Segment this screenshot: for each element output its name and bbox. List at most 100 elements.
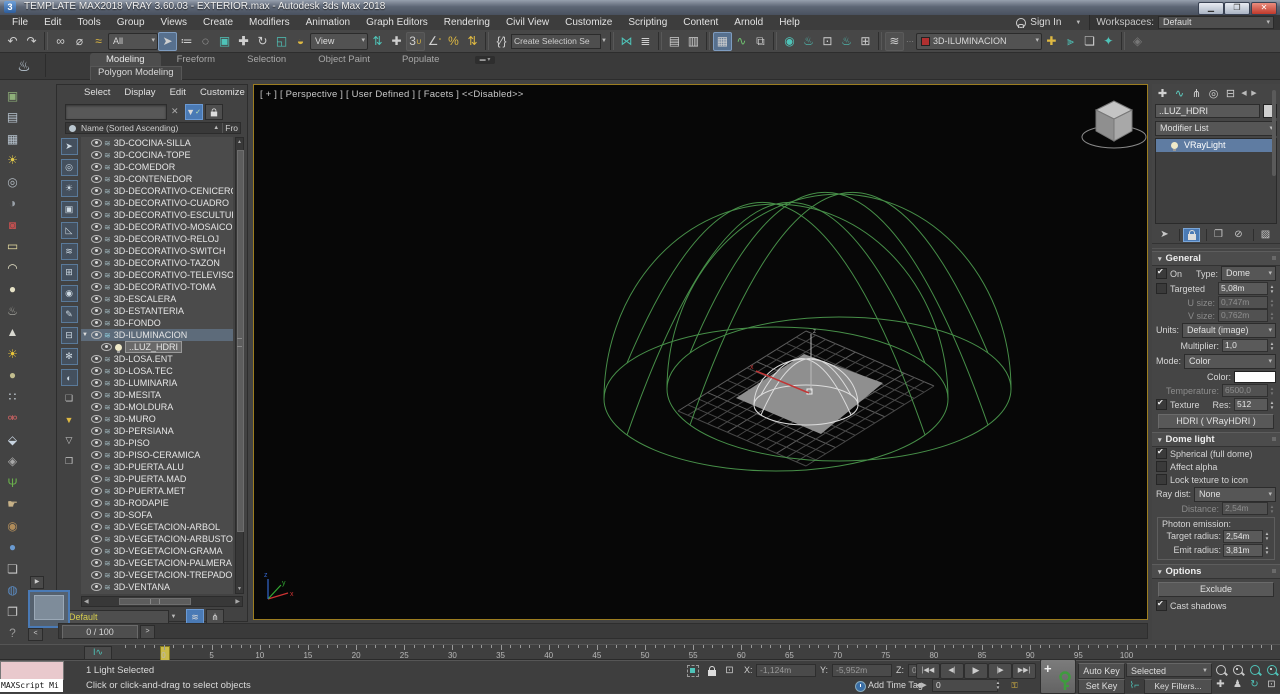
video-camera-icon[interactable]: ◙	[2, 215, 23, 234]
select-by-name-icon[interactable]: ≔	[177, 32, 196, 51]
pivot-center-icon[interactable]: ⇅	[368, 32, 387, 51]
hand-icon[interactable]: ☛	[2, 495, 23, 514]
dome-icon[interactable]: ◠	[2, 258, 23, 277]
explorer-tool-icon-1[interactable]: ▼	[61, 411, 78, 428]
material-editor-icon[interactable]: ◉	[780, 32, 799, 51]
camera-icon[interactable]: ◎	[2, 172, 23, 191]
list-item[interactable]: ≋3D-VENTANA	[81, 581, 233, 593]
remove-modifier-icon[interactable]: ⊘	[1230, 228, 1247, 242]
snap-toggle-icon[interactable]: 3∪	[406, 32, 425, 51]
visibility-eye-icon[interactable]	[91, 571, 102, 579]
align-icon[interactable]: ≣	[636, 32, 655, 51]
list-item[interactable]: ≋3D-DECORATIVO-MOSAICO	[81, 221, 233, 233]
menu-group[interactable]: Group	[109, 15, 153, 30]
visibility-eye-icon[interactable]	[91, 475, 102, 483]
menu-file[interactable]: File	[4, 15, 36, 30]
list-item[interactable]: ≋3D-DECORATIVO-ESCULTURA	[81, 209, 233, 221]
res-field[interactable]: 512	[1234, 398, 1268, 411]
sun-icon[interactable]: ☀	[2, 344, 23, 363]
list-item[interactable]: ≋3D-MESITA	[81, 389, 233, 401]
select-in-layer-icon[interactable]: ❏	[1080, 32, 1099, 51]
zoom-all-icon[interactable]	[1229, 662, 1246, 677]
units-dropdown[interactable]: Default (image)	[1182, 323, 1276, 338]
list-item[interactable]: ≋3D-COCINA-TOPE	[81, 149, 233, 161]
list-item[interactable]: ≋3D-VEGETACION-PALMERA	[81, 557, 233, 569]
disc-icon[interactable]: ●	[2, 280, 23, 299]
y-coordinate-field[interactable]: -5,952m	[832, 664, 892, 677]
list-item[interactable]: ≋3D-LOSA.TEC	[81, 365, 233, 377]
named-set-arrow-icon[interactable]: ▼	[601, 38, 607, 44]
previous-frame-button[interactable]: ◀|	[940, 663, 964, 679]
set-keys-button[interactable]: +	[1040, 659, 1076, 694]
list-item[interactable]: ▼≋3D-ILUMINACION	[81, 329, 233, 341]
close-button[interactable]: ✕	[1251, 2, 1277, 15]
preset-arrow-icon[interactable]: ▼	[169, 610, 178, 624]
exclude-button[interactable]: Exclude	[1158, 582, 1274, 597]
visibility-eye-icon[interactable]	[91, 487, 102, 495]
visibility-eye-icon[interactable]	[101, 343, 112, 351]
multiplier-spinner[interactable]: ▲▼	[1268, 339, 1276, 352]
pin-stack-icon[interactable]: ➤	[1156, 228, 1173, 242]
selection-filter-dropdown[interactable]: All	[108, 33, 158, 50]
explorer-filter-icon-2[interactable]: ☀	[61, 180, 78, 197]
menu-civil-view[interactable]: Civil View	[498, 15, 557, 30]
frame-spinner[interactable]: ▲▼	[994, 678, 1002, 691]
sphere-blue-icon[interactable]: ●	[2, 538, 23, 557]
visibility-eye-icon[interactable]	[91, 439, 102, 447]
scene-explorer-toggle-icon[interactable]: ▤	[665, 32, 684, 51]
render-image-icon[interactable]: ▣	[2, 86, 23, 105]
ray-dist-dropdown[interactable]: None	[1194, 487, 1276, 502]
filter-icon[interactable]: ▼✓	[185, 104, 203, 120]
help-icon[interactable]: ?	[2, 624, 23, 643]
explorer-filter-icon-8[interactable]: ✎	[61, 306, 78, 323]
reference-coordinate-dropdown[interactable]: View	[310, 33, 368, 50]
list-item[interactable]: ≋3D-DECORATIVO-CUADRO	[81, 197, 233, 209]
column-header[interactable]: Name (Sorted Ascending) ▲ Fro	[65, 122, 241, 134]
explorer-filter-icon-0[interactable]: ➤	[61, 138, 78, 155]
visibility-eye-icon[interactable]	[91, 283, 102, 291]
grass-icon[interactable]: Ψ	[2, 473, 23, 492]
menu-scripting[interactable]: Scripting	[620, 15, 675, 30]
key-mode-dropdown[interactable]: Selected▼	[1126, 663, 1212, 677]
layer-properties-icon[interactable]: ✦	[1099, 32, 1118, 51]
x-coordinate-field[interactable]: -1,124m	[756, 664, 816, 677]
cast-shadows-checkbox[interactable]	[1156, 600, 1167, 611]
rollout-dome-light[interactable]: Dome light	[1152, 432, 1280, 447]
menu-animation[interactable]: Animation	[298, 15, 358, 30]
on-checkbox[interactable]	[1156, 268, 1167, 279]
explorer-tool-icon-0[interactable]: ❏	[61, 390, 78, 407]
motion-tab-icon[interactable]: ◎	[1205, 85, 1222, 101]
wood-icon[interactable]: ◉	[2, 516, 23, 535]
menu-views[interactable]: Views	[153, 15, 196, 30]
placement-icon[interactable]: ◒	[291, 32, 310, 51]
scroll-up-icon[interactable]: ▲	[236, 139, 243, 145]
molecule-icon[interactable]: ⚮	[2, 409, 23, 428]
unlink-icon[interactable]: ⌀	[70, 32, 89, 51]
list-item[interactable]: ≋3D-LOSA.ENT	[81, 353, 233, 365]
target-radius-spinner[interactable]: ▲▼	[1263, 530, 1271, 543]
menu-customize[interactable]: Customize	[557, 15, 620, 30]
emit-radius-spinner[interactable]: ▲▼	[1263, 544, 1271, 557]
sign-in-arrow-icon[interactable]: ▼	[1075, 20, 1081, 26]
visibility-eye-icon[interactable]	[91, 415, 102, 423]
visibility-eye-icon[interactable]	[91, 271, 102, 279]
workspace-dropdown[interactable]: Default	[1158, 16, 1274, 29]
ribbon-media-icon[interactable]: ▬ ▾	[475, 56, 495, 64]
key-mode-icon[interactable]: ⚿	[1006, 678, 1023, 693]
visibility-eye-icon[interactable]	[91, 259, 102, 267]
list-item[interactable]: ≋3D-MURO	[81, 413, 233, 425]
visibility-eye-icon[interactable]	[91, 139, 102, 147]
list-item[interactable]: ≋3D-PISO	[81, 437, 233, 449]
type-dropdown[interactable]: Dome	[1221, 266, 1276, 281]
ribbon-tab-populate[interactable]: Populate	[386, 53, 456, 66]
explorer-tool-icon-2[interactable]: ▽	[61, 432, 78, 449]
visibility-eye-icon[interactable]	[91, 175, 102, 183]
hdri-texture-button[interactable]: HDRI ( VRayHDRI )	[1158, 414, 1274, 429]
menu-rendering[interactable]: Rendering	[436, 15, 498, 30]
active-layer-dropdown[interactable]: 3D-ILUMINACION	[916, 33, 1042, 50]
ribbon-tab-selection[interactable]: Selection	[231, 53, 302, 66]
visibility-eye-icon[interactable]	[91, 367, 102, 375]
move-icon[interactable]: ✚	[234, 32, 253, 51]
sphere-olive-icon[interactable]: ●	[2, 366, 23, 385]
list-item[interactable]: ≋3D-DECORATIVO-TELEVISOR	[81, 269, 233, 281]
